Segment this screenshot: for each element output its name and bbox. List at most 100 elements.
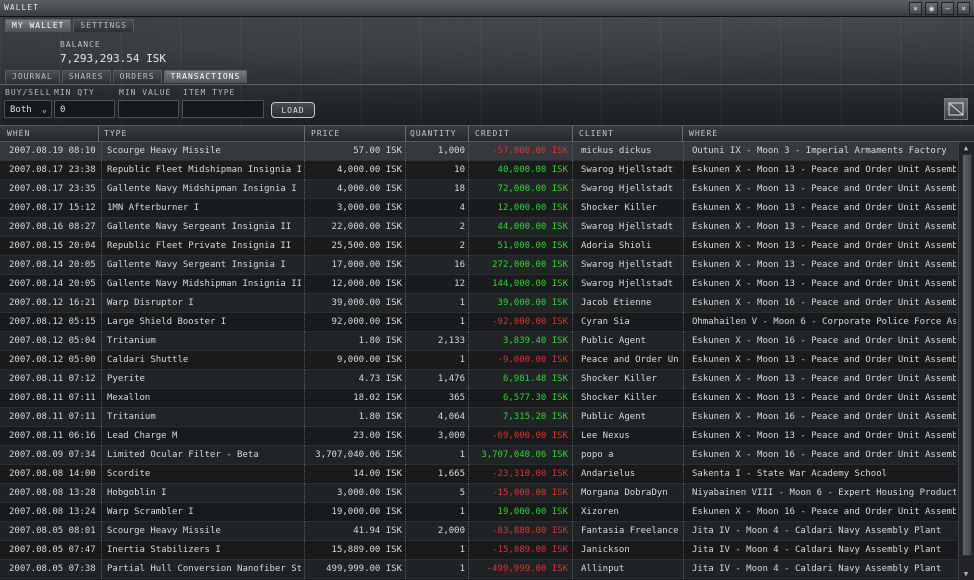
minimize-icon[interactable]: – (941, 2, 954, 15)
cell-type: Scourge Heavy Missile (107, 526, 221, 536)
col-resize-handle[interactable] (405, 126, 406, 141)
settings-icon[interactable]: ◉ (925, 2, 938, 15)
minvalue-field[interactable] (124, 105, 178, 115)
column-divider (468, 465, 469, 484)
column-divider (572, 199, 573, 218)
col-where[interactable]: WHERE (689, 129, 949, 138)
column-divider (468, 427, 469, 446)
col-resize-handle[interactable] (572, 126, 573, 141)
table-row[interactable]: 2007.08.05 07:38 Partial Hull Conversion … (0, 560, 958, 579)
table-row[interactable]: 2007.08.08 13:24 Warp Scrambler I 19,000.0… (0, 503, 958, 522)
title-bar[interactable]: WALLET ✶ ◉ – × (0, 0, 974, 17)
table-row[interactable]: 2007.08.19 08:10 Scourge Heavy Missile 57.… (0, 142, 958, 161)
itemtype-field[interactable] (188, 105, 263, 115)
column-divider (572, 218, 573, 237)
cell-type: Warp Scrambler I (107, 507, 194, 517)
itemtype-input[interactable] (182, 100, 264, 118)
table-row[interactable]: 2007.08.14 20:05 Gallente Navy Midshipman… (0, 275, 958, 294)
col-resize-handle[interactable] (682, 126, 683, 141)
column-divider (683, 446, 684, 465)
table-row[interactable]: 2007.08.08 13:28 Hobgoblin I 3,000.00 ISK 5… (0, 484, 958, 503)
buysell-select[interactable]: Both ⌄ (4, 100, 52, 118)
tab-journal[interactable]: JOURNAL (5, 70, 60, 83)
table-row[interactable]: 2007.08.14 20:05 Gallente Navy Sergeant I… (0, 256, 958, 275)
export-icon[interactable] (944, 98, 968, 120)
col-price[interactable]: PRICE (311, 129, 401, 138)
load-button[interactable]: LOAD (271, 102, 315, 118)
tab-transactions[interactable]: TRANSACTIONS (163, 70, 248, 83)
close-icon[interactable]: × (957, 2, 970, 15)
col-resize-handle[interactable] (98, 126, 99, 141)
cell-quantity: 12 (454, 279, 465, 289)
column-divider (683, 161, 684, 180)
table-row[interactable]: 2007.08.08 14:00 Scordite 14.00 ISK 1,665 -2… (0, 465, 958, 484)
table-row[interactable]: 2007.08.17 15:12 1MN Afterburner I 3,000.0… (0, 199, 958, 218)
pin-icon[interactable]: ✶ (909, 2, 922, 15)
column-divider (304, 560, 305, 579)
cell-type: Inertia Stabilizers I (107, 545, 221, 555)
column-divider (304, 332, 305, 351)
table-row[interactable]: 2007.08.11 07:12 Pyerite 4.73 ISK 1,476 6,98… (0, 370, 958, 389)
table-row[interactable]: 2007.08.05 07:47 Inertia Stabilizers I 15,… (0, 541, 958, 560)
cell-credit: -92,000.00 ISK (492, 317, 568, 327)
table-row[interactable]: 2007.08.11 07:11 Mexallon 18.02 ISK 365 6,57… (0, 389, 958, 408)
table-row[interactable]: 2007.08.17 23:35 Gallente Navy Midshipman… (0, 180, 958, 199)
table-row[interactable]: 2007.08.17 23:38 Republic Fleet Midshipma… (0, 161, 958, 180)
minvalue-input[interactable] (118, 100, 179, 118)
table-row[interactable]: 2007.08.12 05:04 Tritanium 1.80 ISK 2,133 3,… (0, 332, 958, 351)
scroll-down-icon[interactable]: ▼ (961, 570, 971, 578)
tab-shares[interactable]: SHARES (61, 70, 111, 83)
column-divider (101, 389, 102, 408)
column-divider (304, 218, 305, 237)
table-row[interactable]: 2007.08.11 06:16 Lead Charge M 23.00 ISK 3,… (0, 427, 958, 446)
cell-quantity: 10 (454, 165, 465, 175)
cell-where: Ohmahailen V - Moon 6 - Corporate Police… (692, 317, 956, 327)
column-divider (101, 541, 102, 560)
column-divider (572, 465, 573, 484)
cell-credit: -69,000.00 ISK (492, 431, 568, 441)
column-divider (101, 256, 102, 275)
scroll-thumb[interactable] (962, 154, 972, 556)
tab-settings[interactable]: SETTINGS (73, 19, 134, 32)
col-credit[interactable]: CREDIT (475, 129, 567, 138)
scroll-up-icon[interactable]: ▲ (961, 144, 971, 152)
cell-client: Lee Nexus (581, 431, 630, 441)
cell-quantity: 1 (459, 317, 465, 327)
column-divider (572, 161, 573, 180)
table-row[interactable]: 2007.08.11 07:11 Tritanium 1.80 ISK 4,064 7,… (0, 408, 958, 427)
col-when[interactable]: WHEN (7, 129, 95, 138)
column-divider (304, 351, 305, 370)
cell-where: Eskunen X - Moon 16 - Peace and Order Un… (692, 298, 956, 308)
column-divider (572, 446, 573, 465)
col-resize-handle[interactable] (468, 126, 469, 141)
scrollbar[interactable]: ▲ ▼ (958, 142, 974, 580)
cell-quantity: 18 (454, 184, 465, 194)
table-row[interactable]: 2007.08.05 08:01 Scourge Heavy Missile 41.… (0, 522, 958, 541)
cell-client: Allinput (581, 564, 625, 574)
table-row[interactable]: 2007.08.09 07:34 Limited Ocular Filter - … (0, 446, 958, 465)
minqty-field[interactable] (60, 105, 114, 115)
col-type[interactable]: TYPE (104, 129, 300, 138)
table-row[interactable]: 2007.08.16 08:27 Gallente Navy Sergeant I… (0, 218, 958, 237)
table-row[interactable]: 2007.08.12 16:21 Warp Disruptor I 39,000.0… (0, 294, 958, 313)
cell-price: 14.00 ISK (353, 469, 402, 479)
balance-label: BALANCE (60, 40, 101, 49)
col-client[interactable]: CLIENT (579, 129, 677, 138)
cell-quantity: 1,476 (437, 374, 465, 384)
column-divider (304, 503, 305, 522)
table-row[interactable]: 2007.08.12 05:15 Large Shield Booster I 92… (0, 313, 958, 332)
col-resize-handle[interactable] (304, 126, 305, 141)
table-row[interactable]: 2007.08.12 05:00 Caldari Shuttle 9,000.00 … (0, 351, 958, 370)
tab-orders[interactable]: ORDERS (112, 70, 162, 83)
tab-my-wallet[interactable]: MY WALLET (5, 19, 72, 32)
column-divider (683, 218, 684, 237)
cell-client: Fantasia Freelance (581, 526, 679, 536)
column-divider (101, 237, 102, 256)
col-quantity[interactable]: QUANTITY (410, 129, 466, 138)
cell-credit: -9,000.00 ISK (497, 355, 568, 365)
table-row[interactable]: 2007.08.15 20:04 Republic Fleet Private I… (0, 237, 958, 256)
cell-price: 3,707,040.06 ISK (315, 450, 402, 460)
buysell-label: BUY/SELL (5, 88, 52, 97)
cell-credit: 72,000.00 ISK (497, 184, 568, 194)
minqty-input[interactable] (54, 100, 115, 118)
